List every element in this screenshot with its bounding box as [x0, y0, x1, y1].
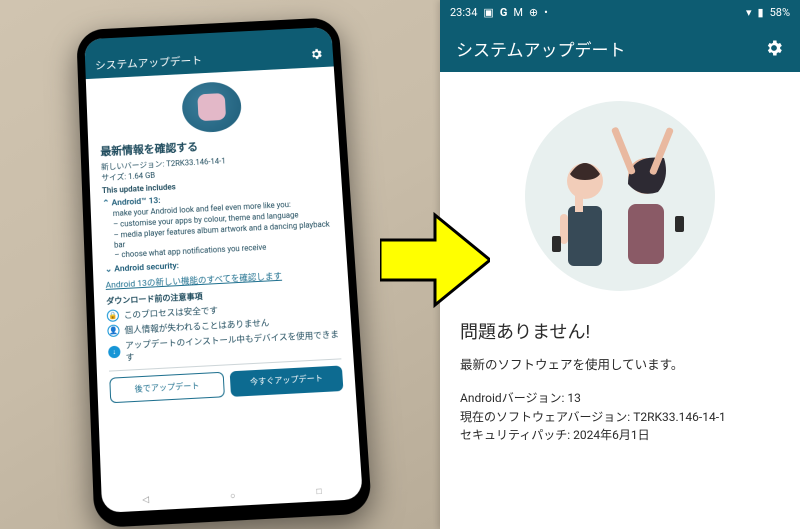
app-header: システムアップデート — [440, 24, 800, 72]
phone-frame: システムアップデート 最新情報を確認する 新しいバージョン: T2RK33.14… — [76, 17, 372, 528]
note-text: このプロセスは安全です — [124, 304, 218, 321]
security-patch-value: 2024年6月1日 — [573, 428, 649, 442]
status-subtext: 最新のソフトウェアを使用しています。 — [460, 354, 780, 373]
right-body: 問題ありません! 最新のソフトウェアを使用しています。 Androidバージョン… — [440, 72, 800, 461]
gear-icon[interactable] — [764, 38, 784, 58]
battery-icon: ▮ — [758, 6, 764, 19]
status-nfc-icon: ▣ — [483, 6, 493, 19]
right-screenshot-pane: 23:34 ▣ G M ⊕ • ▾ ▮ 58% システムアップデート — [440, 0, 800, 529]
status-left: 23:34 ▣ G M ⊕ • — [450, 6, 548, 19]
update-now-button[interactable]: 今すぐアップデート — [230, 365, 344, 396]
info-patch-row: セキュリティパッチ: 2024年6月1日 — [460, 426, 780, 445]
status-more-icon: ⊕ — [529, 6, 538, 19]
status-google-icon: G — [500, 6, 508, 19]
info-android-row: Androidバージョン: 13 — [460, 389, 780, 408]
security-patch-label: セキュリティパッチ: — [460, 428, 570, 442]
status-dot-icon: • — [544, 6, 548, 19]
sw-version-label: 現在のソフトウェアバージョン: — [460, 410, 630, 424]
android-version-label: Androidバージョン: — [460, 391, 564, 405]
phone-body: 最新情報を確認する 新しいバージョン: T2RK33.146-14-1 サイズ:… — [86, 66, 362, 492]
phone-screen: システムアップデート 最新情報を確認する 新しいバージョン: T2RK33.14… — [84, 26, 363, 512]
wifi-icon: ▾ — [746, 6, 752, 19]
statusbar: 23:34 ▣ G M ⊕ • ▾ ▮ 58% — [440, 0, 800, 24]
sw-version-value: T2RK33.146-14-1 — [633, 410, 726, 424]
lock-icon: 🔒 — [107, 309, 120, 322]
status-heading: 問題ありません! — [460, 318, 780, 344]
user-icon: 👤 — [107, 324, 120, 337]
phone-illustration — [98, 76, 326, 137]
nav-back-icon[interactable]: ◁ — [142, 494, 149, 505]
phone-button-row: 後でアップデート 今すぐアップデート — [109, 358, 344, 403]
transition-arrow-icon — [380, 210, 490, 310]
status-right: ▾ ▮ 58% — [746, 6, 790, 19]
info-sw-row: 現在のソフトウェアバージョン: T2RK33.146-14-1 — [460, 408, 780, 427]
phone-app-title: システムアップデート — [95, 52, 203, 73]
status-time: 23:34 — [450, 6, 477, 19]
update-later-button[interactable]: 後でアップデート — [109, 371, 225, 403]
download-icon: ↓ — [108, 345, 121, 358]
nav-home-icon[interactable]: ○ — [230, 489, 236, 501]
left-photo-pane: システムアップデート 最新情報を確認する 新しいバージョン: T2RK33.14… — [0, 0, 440, 529]
battery-percent: 58% — [770, 6, 790, 19]
nav-recent-icon[interactable]: □ — [316, 484, 322, 496]
app-title: システムアップデート — [456, 36, 626, 61]
android-version-value: 13 — [567, 391, 581, 405]
success-illustration — [460, 96, 780, 296]
gear-icon[interactable] — [309, 47, 323, 61]
status-gmail-icon: M — [513, 6, 523, 19]
